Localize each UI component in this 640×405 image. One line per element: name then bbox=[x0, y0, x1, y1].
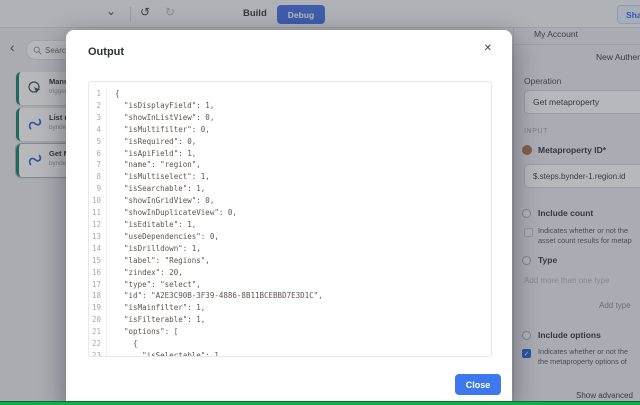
line-number: 15 bbox=[89, 255, 107, 267]
line-number: 9 bbox=[89, 183, 107, 195]
code-line: 23 "isSelectable": 1, bbox=[89, 350, 491, 357]
code-line: 9 "isSearchable": 1, bbox=[89, 183, 491, 195]
line-number: 17 bbox=[89, 279, 107, 291]
line-number: 5 bbox=[89, 136, 107, 148]
code-text: "id": "A2E3C90B-3F39-4886-8B11BCEBBD7E3D… bbox=[107, 290, 323, 302]
code-text: "zindex": 20, bbox=[107, 267, 183, 279]
code-line: 20 "isFilterable": 1, bbox=[89, 314, 491, 326]
code-line: 1{ bbox=[89, 88, 491, 100]
code-line: 21 "options": [ bbox=[89, 326, 491, 338]
modal-title: Output bbox=[88, 46, 124, 58]
code-line: 14 "isDrilldown": 1, bbox=[89, 243, 491, 255]
code-text: "type": "select", bbox=[107, 279, 201, 291]
line-number: 18 bbox=[89, 290, 107, 302]
line-number: 20 bbox=[89, 314, 107, 326]
line-number: 16 bbox=[89, 267, 107, 279]
code-text: "showInGridView": 0, bbox=[107, 195, 214, 207]
code-line: 11 "showInDuplicateView": 0, bbox=[89, 207, 491, 219]
code-line: 16 "zindex": 20, bbox=[89, 267, 491, 279]
code-text: "isSearchable": 1, bbox=[107, 183, 205, 195]
code-text: "isFilterable": 1, bbox=[107, 314, 205, 326]
code-text: "showInListView": 0, bbox=[107, 112, 214, 124]
code-line: 17 "type": "select", bbox=[89, 279, 491, 291]
code-text: "isDrilldown": 1, bbox=[107, 243, 201, 255]
code-line: 5 "isRequired": 0, bbox=[89, 136, 491, 148]
code-line: 12 "isEditable": 1, bbox=[89, 219, 491, 231]
line-number: 12 bbox=[89, 219, 107, 231]
code-line: 8 "isMultiselect": 1, bbox=[89, 171, 491, 183]
code-line: 22 { bbox=[89, 338, 491, 350]
code-line: 3 "showInListView": 0, bbox=[89, 112, 491, 124]
close-icon[interactable]: ✕ bbox=[484, 43, 492, 54]
line-number: 19 bbox=[89, 302, 107, 314]
line-number: 21 bbox=[89, 326, 107, 338]
code-text: "showInDuplicateView": 0, bbox=[107, 207, 237, 219]
code-text: "name": "region", bbox=[107, 159, 201, 171]
line-number: 22 bbox=[89, 338, 107, 350]
code-text: { bbox=[107, 338, 138, 350]
line-number: 14 bbox=[89, 243, 107, 255]
line-number: 23 bbox=[89, 350, 107, 357]
line-number: 4 bbox=[89, 124, 107, 136]
code-text: "options": [ bbox=[107, 326, 178, 338]
code-line: 15 "label": "Regions", bbox=[89, 255, 491, 267]
code-line: 4 "isMultifilter": 0, bbox=[89, 124, 491, 136]
line-number: 1 bbox=[89, 88, 107, 100]
line-number: 3 bbox=[89, 112, 107, 124]
line-number: 10 bbox=[89, 195, 107, 207]
line-number: 2 bbox=[89, 100, 107, 112]
recording-indicator-bar bbox=[0, 401, 640, 405]
code-text: "isDisplayField": 1, bbox=[107, 100, 214, 112]
code-line: 6 "isApiField": 1, bbox=[89, 148, 491, 160]
code-line: 19 "isMainfilter": 1, bbox=[89, 302, 491, 314]
code-text: { bbox=[107, 88, 120, 100]
line-number: 8 bbox=[89, 171, 107, 183]
code-line: 10 "showInGridView": 0, bbox=[89, 195, 491, 207]
code-text: "label": "Regions", bbox=[107, 255, 210, 267]
code-line: 2 "isDisplayField": 1, bbox=[89, 100, 491, 112]
close-button[interactable]: Close bbox=[455, 374, 501, 395]
code-line: 7 "name": "region", bbox=[89, 159, 491, 171]
code-text: "useDependencies": 0, bbox=[107, 231, 219, 243]
code-text: "isMultifilter": 0, bbox=[107, 124, 210, 136]
code-text: "isRequired": 0, bbox=[107, 136, 196, 148]
output-modal: Output ✕ 1{2 "isDisplayField": 1,3 "show… bbox=[66, 30, 512, 405]
code-line: 18 "id": "A2E3C90B-3F39-4886-8B11BCEBBD7… bbox=[89, 290, 491, 302]
code-text: "isSelectable": 1, bbox=[107, 350, 223, 357]
code-line: 13 "useDependencies": 0, bbox=[89, 231, 491, 243]
line-number: 6 bbox=[89, 148, 107, 160]
code-text: "isMultiselect": 1, bbox=[107, 171, 210, 183]
code-text: "isApiField": 1, bbox=[107, 148, 196, 160]
code-text: "isMainfilter": 1, bbox=[107, 302, 205, 314]
line-number: 13 bbox=[89, 231, 107, 243]
code-text: "isEditable": 1, bbox=[107, 219, 196, 231]
line-number: 11 bbox=[89, 207, 107, 219]
output-code-block[interactable]: 1{2 "isDisplayField": 1,3 "showInListVie… bbox=[88, 81, 492, 357]
line-number: 7 bbox=[89, 159, 107, 171]
